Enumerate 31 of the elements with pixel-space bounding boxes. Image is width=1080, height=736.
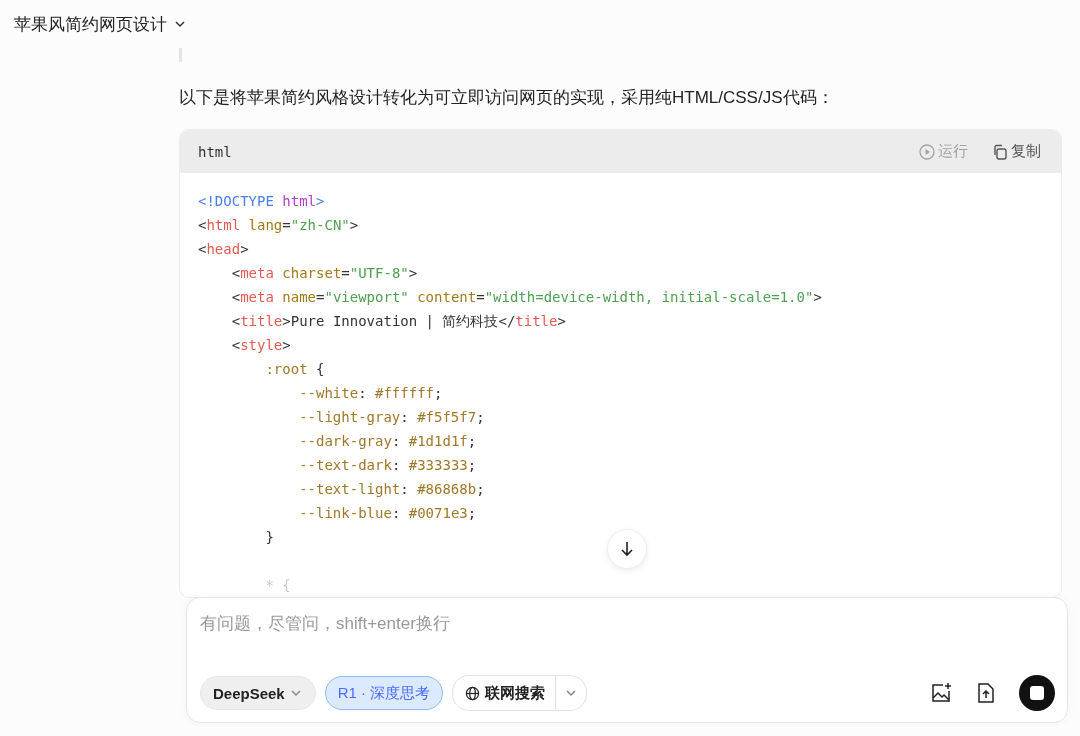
code-line: }	[264, 528, 275, 547]
web-search-button[interactable]: 联网搜索	[453, 676, 557, 710]
code-line: :root {	[264, 360, 326, 379]
deep-think-toggle[interactable]: R1 · 深度思考	[324, 676, 444, 710]
stop-icon	[1030, 686, 1044, 700]
image-plus-icon	[929, 681, 953, 705]
code-line: --text-dark: #333333;	[298, 456, 478, 475]
stop-button[interactable]	[1019, 675, 1055, 711]
copy-button[interactable]: 复制	[992, 142, 1041, 161]
intro-text: 以下是将苹果简约风格设计转化为可立即访问网页的实现，采用纯HTML/CSS/JS代码：	[179, 87, 835, 109]
code-line: <meta name="viewport" content="width=device-width, initial-scale=1.0">	[230, 288, 823, 307]
code-line: <html lang="zh-CN">	[198, 216, 360, 235]
code-line: --white: #ffffff;	[298, 384, 444, 403]
chat-title[interactable]: 苹果风简约网页设计	[14, 12, 167, 36]
model-selector[interactable]: DeepSeek	[200, 676, 316, 710]
copy-icon	[992, 143, 1008, 160]
code-language: html	[198, 143, 233, 160]
code-line: * {	[264, 576, 292, 595]
add-image-button[interactable]	[929, 681, 953, 705]
code-line: --text-light: #86868b;	[298, 480, 486, 499]
code-line: --light-gray: #f5f5f7;	[298, 408, 486, 427]
code-line: <!DOCTYPE html>	[198, 192, 326, 211]
code-line: <style>	[230, 336, 292, 355]
code-line: --dark-gray: #1d1d1f;	[298, 432, 478, 451]
code-line: <meta charset="UTF-8">	[230, 264, 419, 283]
play-icon	[919, 143, 935, 160]
arrow-down-icon	[618, 540, 636, 558]
code-line: <title>Pure Innovation | 简约科技</title>	[230, 312, 567, 332]
globe-icon	[465, 685, 481, 701]
code-line: --link-blue: #0071e3;	[298, 504, 478, 523]
code-line: <head>	[198, 240, 250, 259]
